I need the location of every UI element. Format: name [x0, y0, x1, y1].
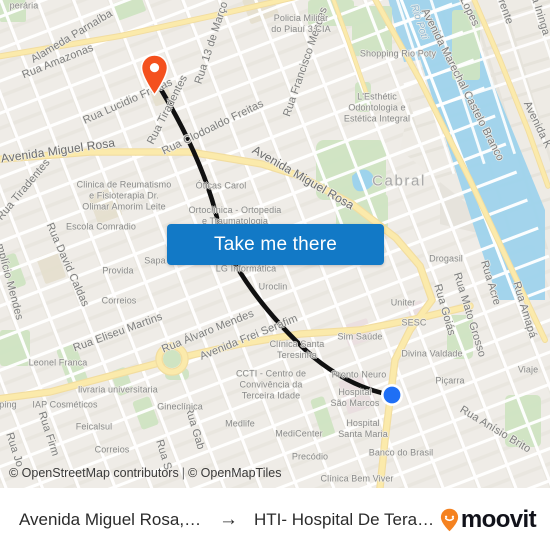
- openmaptiles-attribution-link[interactable]: © OpenMapTiles: [188, 466, 282, 480]
- moovit-wordmark: moovit: [460, 505, 537, 533]
- map-attribution: © OpenStreetMap contributors | © OpenMapTi…: [9, 466, 281, 480]
- destination-label: HTI- Hospital De Terap...: [254, 509, 438, 529]
- map-canvas[interactable]: Alameda Parnaíba Rua Amazonas Rua Lucidio …: [0, 0, 550, 488]
- moovit-pin-icon: [440, 508, 459, 531]
- route-footer-bar: Avenida Miguel Rosa, 36... → HTI- Hospit…: [0, 488, 550, 550]
- destination-dot-icon: [381, 384, 403, 406]
- take-me-there-button[interactable]: Take me there: [167, 224, 384, 265]
- moovit-logo[interactable]: moovit: [440, 505, 537, 534]
- osm-attribution-link[interactable]: © OpenStreetMap contributors: [9, 466, 179, 480]
- arrow-right-icon: →: [219, 509, 238, 530]
- origin-label: Avenida Miguel Rosa, 36...: [19, 509, 203, 529]
- moovit-route-screen: Alameda Parnaíba Rua Amazonas Rua Lucidio …: [0, 0, 550, 550]
- attribution-separator: |: [181, 466, 185, 480]
